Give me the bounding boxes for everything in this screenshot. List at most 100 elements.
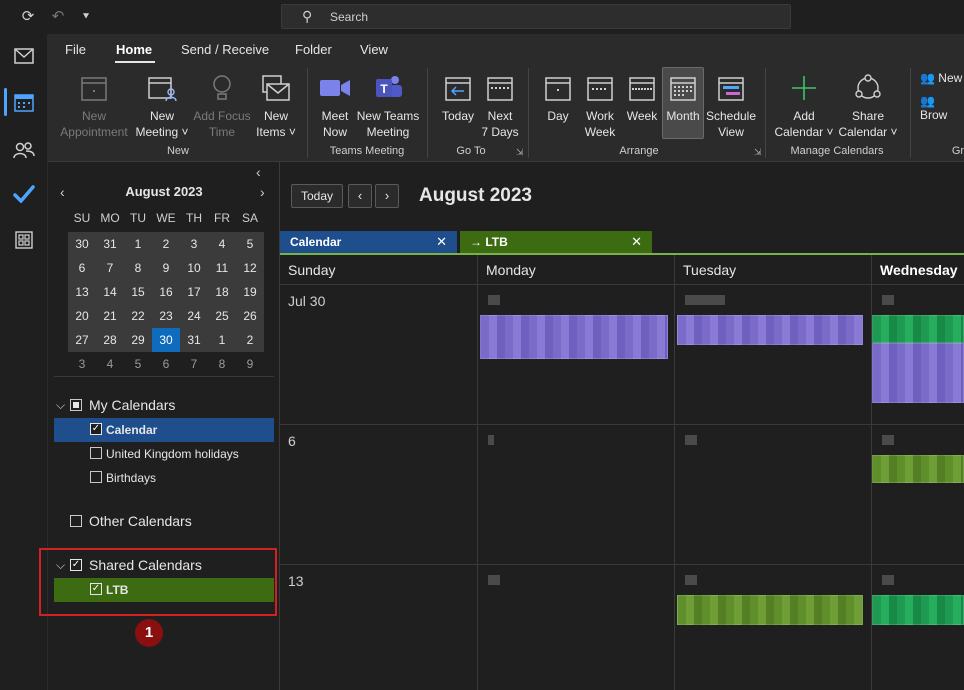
mini-next-month-chevron-icon[interactable]: › [260, 184, 265, 200]
previous-month-button[interactable]: ‹ [348, 184, 372, 208]
day-cell[interactable] [478, 425, 675, 564]
calendar-item-birthdays[interactable]: Birthdays [54, 466, 274, 490]
mini-calendar-day[interactable]: 2 [152, 232, 180, 256]
mini-calendar-day[interactable]: 2 [236, 328, 264, 352]
mini-calendar-day[interactable]: 8 [208, 352, 236, 376]
calendar-event[interactable] [872, 315, 964, 343]
new-group-button[interactable]: 👥 New [920, 71, 962, 85]
mini-calendar-day[interactable]: 6 [68, 256, 96, 280]
day-cell[interactable] [478, 565, 675, 690]
other-calendars-group[interactable]: Other Calendars [70, 510, 192, 532]
todo-icon[interactable] [8, 178, 40, 210]
tab-file[interactable]: File [65, 42, 86, 57]
day-cell[interactable] [872, 285, 964, 424]
new-meeting-button[interactable]: New Meeting ˅ [132, 70, 192, 140]
new-appointment-button[interactable]: New Appointment [56, 70, 132, 140]
mini-calendar-day[interactable]: 4 [208, 232, 236, 256]
mail-icon[interactable] [8, 40, 40, 72]
mini-calendar-day[interactable]: 17 [180, 280, 208, 304]
mini-calendar-day[interactable]: 6 [152, 352, 180, 376]
day-cell[interactable] [675, 565, 872, 690]
add-focus-time-button[interactable]: Add Focus Time [192, 70, 252, 140]
work-week-view-button[interactable]: Work Week [580, 70, 620, 140]
browse-groups-button[interactable]: 👥 Brow [920, 94, 964, 122]
calendar-event[interactable] [677, 595, 863, 625]
customize-toolbar-icon[interactable]: ⯆ [76, 7, 96, 27]
day-cell[interactable] [675, 425, 872, 564]
tab-send-receive[interactable]: Send / Receive [181, 42, 269, 57]
close-icon[interactable]: ✕ [436, 231, 447, 253]
my-calendars-checkbox[interactable] [70, 399, 82, 411]
mini-calendar-day[interactable]: 19 [236, 280, 264, 304]
dialog-launcher-icon[interactable]: ⇲ [754, 147, 762, 158]
mini-calendar-day[interactable]: 3 [180, 232, 208, 256]
schedule-view-button[interactable]: Schedule View [704, 70, 758, 140]
calendar-checkbox[interactable]: ✓ [90, 423, 102, 435]
day-cell[interactable]: 6 [280, 425, 478, 564]
mini-calendar-day[interactable]: 4 [96, 352, 124, 376]
tab-view[interactable]: View [360, 42, 388, 57]
new-items-button[interactable]: New Items ˅ [252, 70, 300, 140]
day-cell[interactable] [478, 285, 675, 424]
mini-calendar-day[interactable]: 26 [236, 304, 264, 328]
mini-calendar-day[interactable]: 31 [96, 232, 124, 256]
calendar-item-uk-holidays[interactable]: United Kingdom holidays [54, 442, 274, 466]
mini-calendar-day[interactable]: 9 [152, 256, 180, 280]
calendar-tab-ltb[interactable]: → LTB ✕ [460, 231, 652, 253]
day-view-button[interactable]: Day [538, 70, 578, 124]
today-goto-button[interactable]: Today [438, 70, 478, 124]
month-view-button[interactable]: Month [662, 67, 704, 139]
undo-icon[interactable]: ↶ [48, 7, 68, 27]
mini-calendar-day[interactable]: 16 [152, 280, 180, 304]
mini-calendar-day[interactable]: 22 [124, 304, 152, 328]
mini-calendar-day[interactable]: 5 [236, 232, 264, 256]
mini-calendar-day[interactable]: 18 [208, 280, 236, 304]
sync-icon[interactable]: ⟳ [18, 7, 38, 27]
mini-calendar-day[interactable]: 31 [180, 328, 208, 352]
mini-calendar-day[interactable]: 1 [208, 328, 236, 352]
mini-calendar-day[interactable]: 7 [180, 352, 208, 376]
dialog-launcher-icon[interactable]: ⇲ [516, 147, 524, 158]
mini-calendar-day[interactable]: 20 [68, 304, 96, 328]
mini-calendar-day[interactable]: 12 [236, 256, 264, 280]
calendar-item-calendar[interactable]: ✓ Calendar [54, 418, 274, 442]
mini-calendar-day[interactable]: 13 [68, 280, 96, 304]
chevron-down-icon[interactable]: ⌵ [56, 398, 70, 413]
calendar-icon[interactable] [8, 86, 40, 118]
day-cell[interactable] [872, 565, 964, 690]
day-cell[interactable] [675, 285, 872, 424]
other-calendars-checkbox[interactable] [70, 515, 82, 527]
day-cell[interactable] [872, 425, 964, 564]
mini-calendar-day[interactable]: 11 [208, 256, 236, 280]
day-cell[interactable]: Jul 30 [280, 285, 478, 424]
mini-calendar-day[interactable]: 23 [152, 304, 180, 328]
next-month-button[interactable]: › [375, 184, 399, 208]
tab-home[interactable]: Home [116, 42, 152, 57]
my-calendars-group[interactable]: ⌵ My Calendars [56, 394, 175, 416]
calendar-event[interactable] [480, 315, 668, 359]
calendar-event[interactable] [872, 595, 964, 625]
mini-calendar-day[interactable]: 15 [124, 280, 152, 304]
week-view-button[interactable]: Week [622, 70, 662, 124]
tab-folder[interactable]: Folder [295, 42, 332, 57]
apps-icon[interactable] [8, 224, 40, 256]
next-7-days-button[interactable]: Next 7 Days [480, 70, 520, 140]
day-cell[interactable]: 13 [280, 565, 478, 690]
people-icon[interactable] [8, 134, 40, 166]
mini-calendar-day[interactable]: 9 [236, 352, 264, 376]
search-input[interactable]: ⚲ Search [281, 4, 791, 29]
mini-calendar-day[interactable]: 25 [208, 304, 236, 328]
uk-holidays-checkbox[interactable] [90, 447, 102, 459]
mini-calendar-day[interactable]: 30 [152, 328, 180, 352]
mini-calendar-day[interactable]: 14 [96, 280, 124, 304]
mini-calendar-day[interactable]: 10 [180, 256, 208, 280]
calendar-event[interactable] [872, 455, 964, 483]
mini-calendar-day[interactable]: 3 [68, 352, 96, 376]
add-calendar-button[interactable]: Add Calendar ˅ [772, 70, 836, 140]
mini-calendar-day[interactable]: 21 [96, 304, 124, 328]
new-teams-meeting-button[interactable]: T New Teams Meeting [356, 70, 420, 140]
birthdays-checkbox[interactable] [90, 471, 102, 483]
mini-calendar-day[interactable]: 24 [180, 304, 208, 328]
today-button[interactable]: Today [291, 184, 343, 208]
calendar-event[interactable] [677, 315, 863, 345]
